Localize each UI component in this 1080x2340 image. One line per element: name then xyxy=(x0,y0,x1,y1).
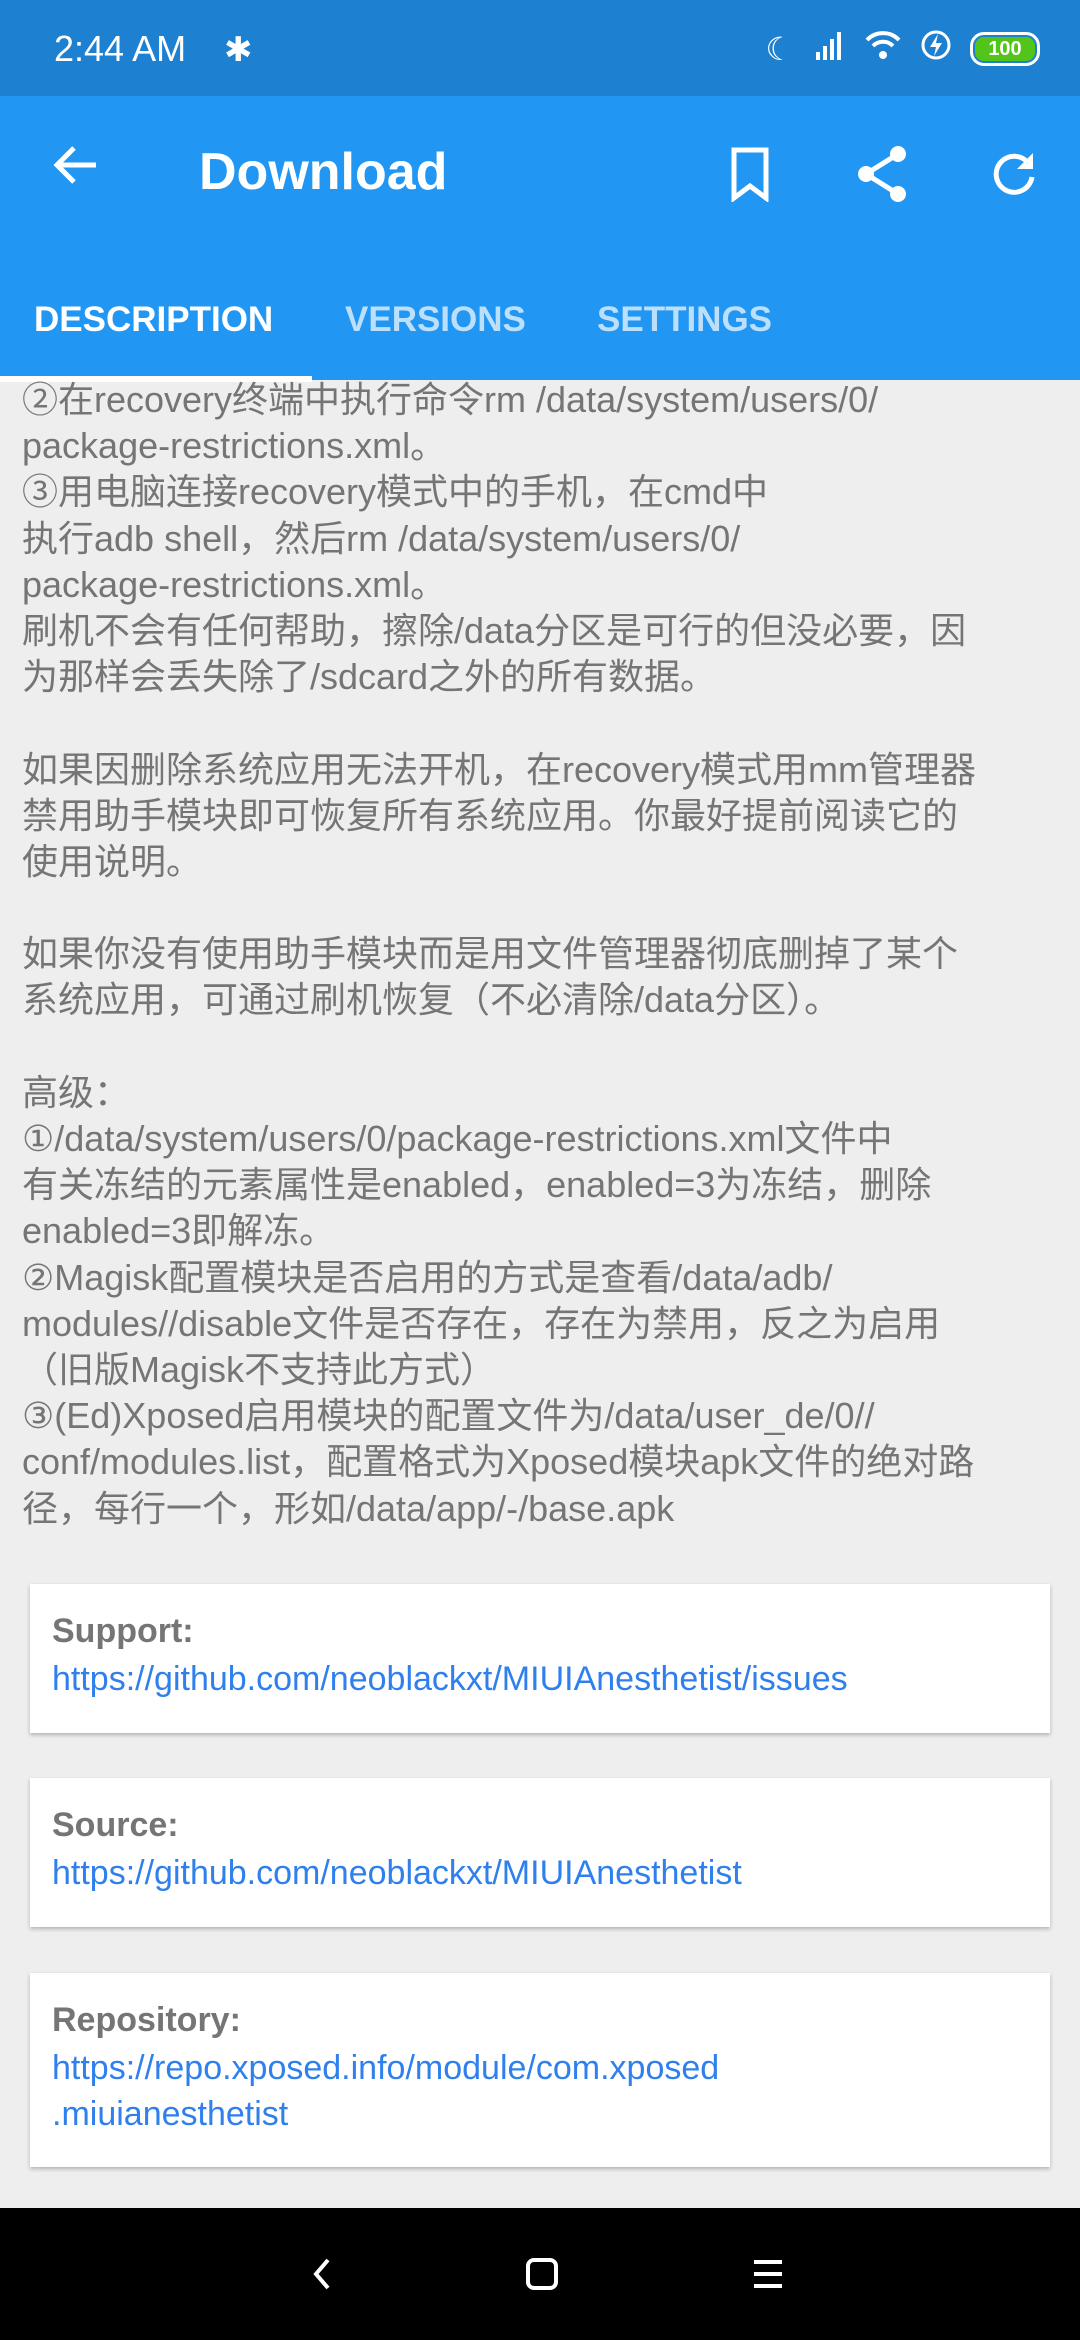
status-bar: 2:44 AM ✱ ☾ 100 xyxy=(0,0,1080,96)
description-line: ②在recovery终端中执行命令rm /data/system/users/0… xyxy=(22,380,879,420)
source-link[interactable]: https://github.com/neoblackxt/MIUIAnesth… xyxy=(52,1850,1028,1896)
nav-back-icon[interactable] xyxy=(292,2244,352,2304)
description-line: ③(Ed)Xposed启用模块的配置文件为/data/user_de/0// xyxy=(22,1395,875,1437)
repository-label: Repository: xyxy=(52,2001,241,2039)
description-line: package-restrictions.xml。 xyxy=(22,425,447,467)
description-line: package-restrictions.xml。 xyxy=(22,563,447,605)
description-line: enabled=3即解冻。 xyxy=(22,1210,336,1252)
source-card: Source: https://github.com/neoblackxt/MI… xyxy=(30,1778,1050,1927)
description-line: 径，每行一个，形如/data/app/-/base.apk xyxy=(22,1487,675,1529)
tab-settings[interactable]: SETTINGS xyxy=(597,290,772,380)
support-link[interactable]: https://github.com/neoblackxt/MIUIAnesth… xyxy=(52,1656,1028,1702)
description-line: （旧版Magisk不支持此方式） xyxy=(22,1348,497,1390)
nav-home-icon[interactable] xyxy=(512,2244,572,2304)
tab-bar: DESCRIPTION VERSIONS SETTINGS xyxy=(0,290,1080,380)
description-line: 刷机不会有任何帮助，擦除/data分区是可行的但没必要，因 xyxy=(22,609,967,651)
page-title: Download xyxy=(199,143,448,201)
battery-level: 100 xyxy=(975,37,1035,61)
bookmark-icon[interactable] xyxy=(720,144,780,204)
description-text: ②在recovery终端中执行命令rm /data/system/users/0… xyxy=(22,380,976,1532)
repository-link-continued[interactable]: .miuianesthetist xyxy=(52,2091,1028,2137)
description-line: 如果因删除系统应用无法开机，在recovery模式用mm管理器 xyxy=(22,748,977,790)
description-line: modules//disable文件是否存在，存在为禁用，反之为启用 xyxy=(22,1302,941,1344)
source-label: Source: xyxy=(52,1806,179,1844)
description-line: 如果你没有使用助手模块而是用文件管理器彻底删掉了某个 xyxy=(22,933,959,975)
description-line: ①/data/system/users/0/package-restrictio… xyxy=(22,1118,893,1159)
description-line: 系统应用，可通过刷机恢复（不必清除/data分区）。 xyxy=(22,979,841,1021)
tab-versions[interactable]: VERSIONS xyxy=(345,290,526,380)
nav-menu-icon[interactable] xyxy=(738,2244,798,2304)
refresh-icon[interactable] xyxy=(984,144,1044,204)
share-icon[interactable] xyxy=(852,144,912,204)
wifi-icon xyxy=(864,28,902,70)
description-line: 执行adb shell，然后rm /data/system/users/0/ xyxy=(22,517,741,559)
signal-icon xyxy=(812,28,846,70)
app-bar: Download DESCRIPTION VERSIONS SETTINGS xyxy=(0,96,1080,382)
back-arrow-icon[interactable] xyxy=(50,138,100,203)
description-line: 使用说明。 xyxy=(22,840,203,882)
moon-icon: ☾ xyxy=(765,31,794,67)
support-card: Support: https://github.com/neoblackxt/M… xyxy=(30,1584,1050,1733)
description-line: conf/modules.list，配置格式为Xposed模块apk文件的绝对路 xyxy=(22,1441,975,1483)
description-line: 禁用助手模块即可恢复所有系统应用。你最好提前阅读它的 xyxy=(22,794,959,836)
support-label: Support: xyxy=(52,1612,194,1650)
tab-description[interactable]: DESCRIPTION xyxy=(34,290,273,380)
description-line: ②Magisk配置模块是否启用的方式是查看/data/adb/ xyxy=(22,1256,833,1298)
description-line: ③用电脑连接recovery模式中的手机，在cmd中 xyxy=(22,471,769,513)
description-line: 高级： xyxy=(22,1071,131,1113)
description-scroll[interactable]: ②在recovery终端中执行命令rm /data/system/users/0… xyxy=(0,380,1080,2208)
description-line: 为那样会丢失除了/sdcard之外的所有数据。 xyxy=(22,656,717,698)
repository-card: Repository: https://repo.xposed.info/mod… xyxy=(30,1973,1050,2167)
description-line: 有关冻结的元素属性是enabled，enabled=3为冻结，删除 xyxy=(22,1164,932,1206)
puzzle-icon: ✱ xyxy=(224,31,253,69)
status-time: 2:44 AM xyxy=(54,28,187,69)
navigation-bar xyxy=(0,2208,1080,2340)
battery-icon: 100 xyxy=(970,32,1040,66)
repository-link[interactable]: https://repo.xposed.info/module/com.xpos… xyxy=(52,2045,1028,2091)
charging-icon xyxy=(920,28,952,70)
